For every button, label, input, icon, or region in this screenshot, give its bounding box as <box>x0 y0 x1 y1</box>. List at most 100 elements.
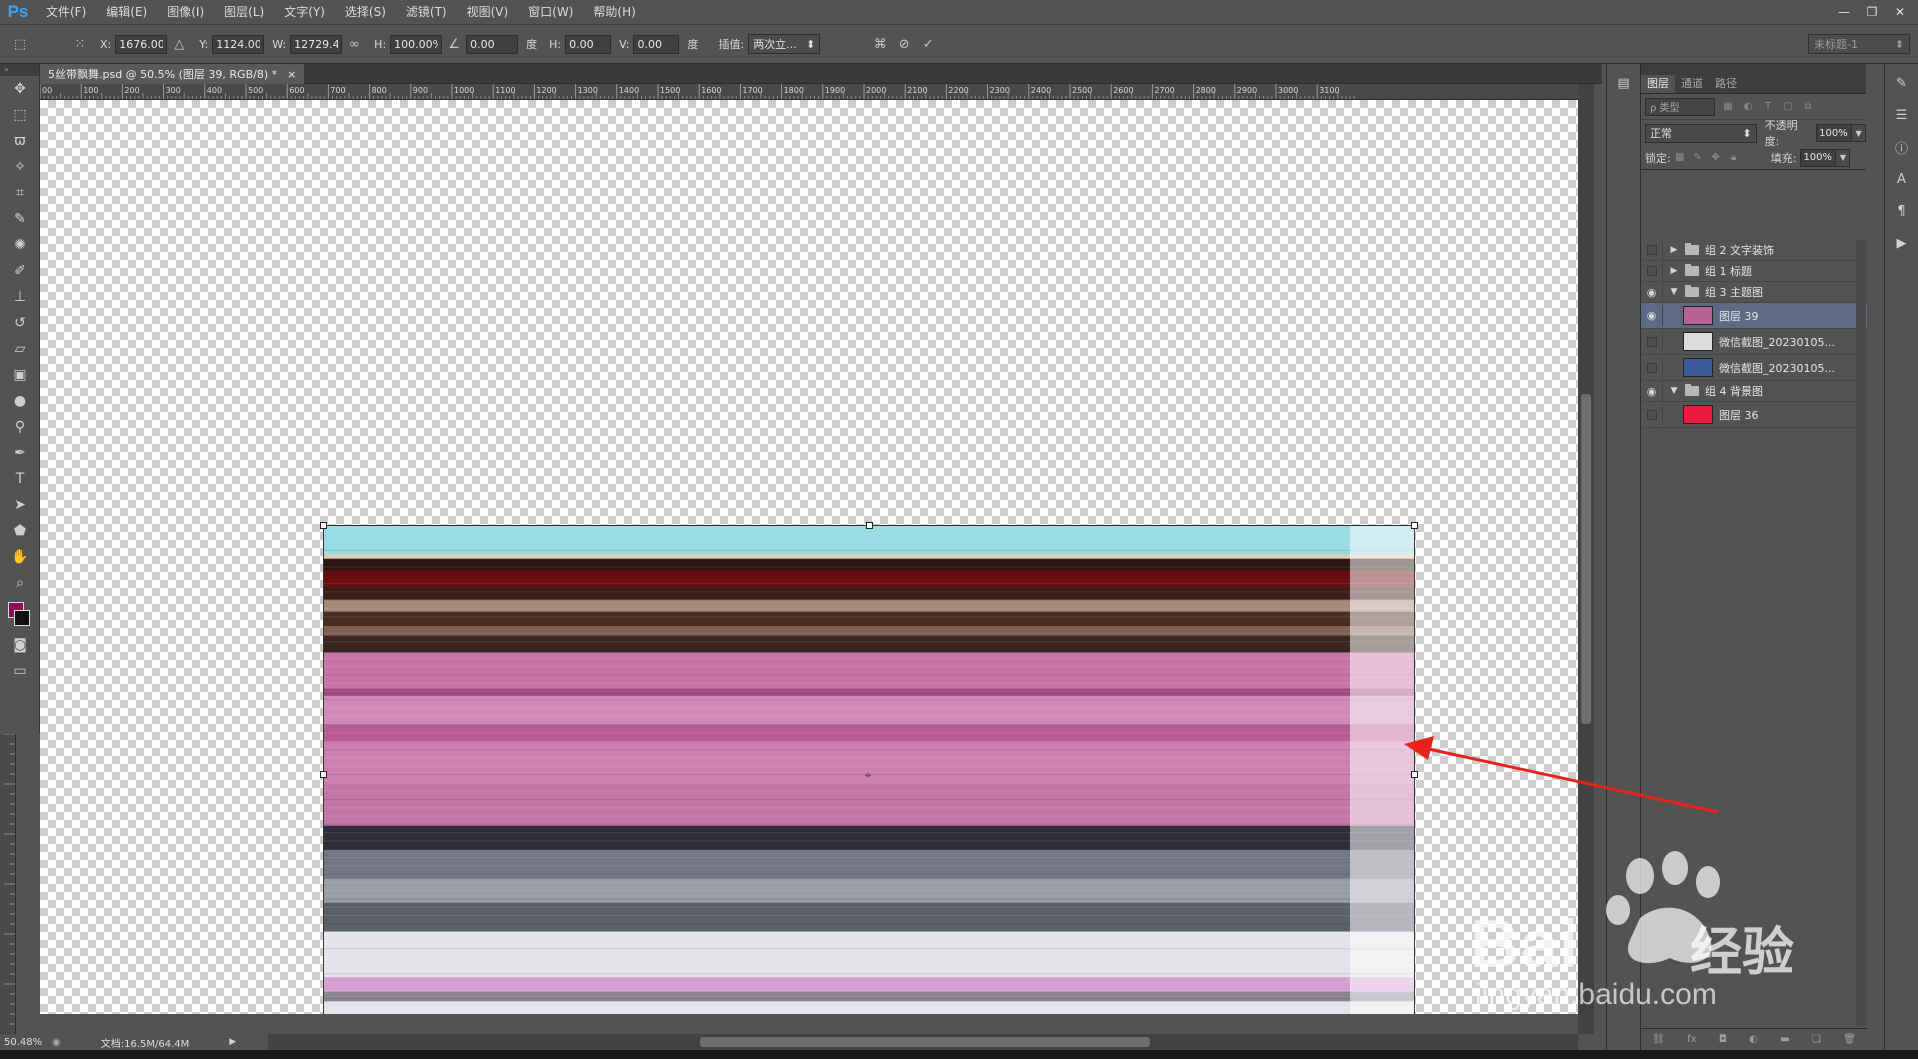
pen-tool-icon[interactable]: ✒ <box>4 440 36 466</box>
opacity-dropdown-icon[interactable]: ▼ <box>1852 124 1866 142</box>
angle-input[interactable] <box>466 34 519 54</box>
tab-paths[interactable]: 路径 <box>1709 75 1743 93</box>
transform-pivot-icon[interactable]: ⌖ <box>862 769 874 781</box>
new-group-icon[interactable]: ▬ <box>1780 1034 1789 1045</box>
zoom-tool-icon[interactable]: ⌕ <box>4 570 36 596</box>
menu-layer[interactable]: 图层(L) <box>214 0 274 24</box>
opacity-input[interactable]: 100% <box>1816 124 1853 142</box>
vskew-input[interactable] <box>633 34 680 54</box>
layer-group-row[interactable]: ▶ 组 1 标题 <box>1641 260 1867 282</box>
menu-window[interactable]: 窗口(W) <box>518 0 583 24</box>
layer-group-row[interactable]: ◉ ▼ 组 3 主题图 <box>1641 281 1867 303</box>
visibility-toggle[interactable] <box>1641 260 1663 282</box>
visibility-toggle[interactable] <box>1641 357 1663 378</box>
restore-button[interactable]: ❐ <box>1860 4 1884 20</box>
history-panel-icon[interactable]: ▤ <box>1611 70 1637 96</box>
expand-down-icon[interactable]: ▼ <box>1667 386 1681 396</box>
menu-filter[interactable]: 滤镜(T) <box>396 0 457 24</box>
eyedropper-tool-icon[interactable]: ✎ <box>4 206 36 232</box>
add-mask-icon[interactable]: ◘ <box>1719 1034 1727 1045</box>
hand-tool-icon[interactable]: ✋ <box>4 544 36 570</box>
filter-adjustment-icon[interactable]: ◐ <box>1741 101 1755 112</box>
menu-edit[interactable]: 编辑(E) <box>96 0 157 24</box>
visibility-toggle[interactable] <box>1641 239 1663 261</box>
layer-group-row[interactable]: ◉ ▼ 组 4 背景图 <box>1641 380 1867 402</box>
screen-mode-icon[interactable]: ▭ <box>4 658 36 684</box>
fx-icon[interactable]: fx <box>1687 1034 1696 1045</box>
menu-select[interactable]: 选择(S) <box>335 0 396 24</box>
quick-mask-icon[interactable]: ◙ <box>4 632 36 658</box>
actions-panel-icon[interactable]: ▶ <box>1889 230 1915 256</box>
w-input[interactable] <box>290 34 343 54</box>
y-input[interactable] <box>212 34 265 54</box>
filter-smart-icon[interactable]: ⧉ <box>1801 101 1815 112</box>
visibility-eye-icon[interactable]: ◉ <box>1641 281 1663 303</box>
status-info-icon[interactable]: ◉ <box>52 1037 61 1048</box>
horizontal-scroll-thumb[interactable] <box>700 1037 1150 1047</box>
canvas-area[interactable]: ⌖ <box>40 100 1578 1014</box>
type-tool-icon[interactable]: T <box>4 466 36 492</box>
color-swatches-icon[interactable] <box>4 596 36 632</box>
layer-list-scrollbar[interactable] <box>1856 240 1866 1026</box>
move-tool-icon[interactable]: ✥ <box>4 76 36 102</box>
lock-position-icon[interactable]: ✥ <box>1707 152 1725 163</box>
shape-tool-icon[interactable]: ⬟ <box>4 518 36 544</box>
menu-help[interactable]: 帮助(H) <box>583 0 645 24</box>
minimize-button[interactable]: — <box>1832 4 1856 20</box>
cancel-transform-icon[interactable]: ⊘ <box>892 33 916 55</box>
tab-channels[interactable]: 通道 <box>1675 75 1709 93</box>
handle-top-left[interactable] <box>320 522 327 529</box>
layer-group-row[interactable]: ▶ 组 2 文字装饰 <box>1641 239 1867 261</box>
document-tab[interactable]: 5丝带飘舞.psd @ 50.5% (图层 39, RGB/8) * × <box>40 64 305 84</box>
gradient-tool-icon[interactable]: ▣ <box>4 362 36 388</box>
horizontal-scrollbar[interactable] <box>268 1034 1578 1050</box>
filter-shape-icon[interactable]: ▢ <box>1781 101 1795 112</box>
info-panel-icon[interactable]: ⓘ <box>1889 134 1915 160</box>
blend-mode-select[interactable]: 正常 ⬍ <box>1645 123 1757 143</box>
marquee-tool-icon[interactable]: ⬚ <box>4 102 36 128</box>
brush-panel-icon[interactable]: ✎ <box>1889 70 1915 96</box>
close-tab-icon[interactable]: × <box>287 68 296 81</box>
menu-image[interactable]: 图像(I) <box>157 0 214 24</box>
visibility-eye-icon[interactable]: ◉ <box>1641 305 1663 326</box>
warp-mode-icon[interactable]: ⌘ <box>868 33 892 55</box>
paragraph-panel-icon[interactable]: ¶ <box>1889 198 1915 224</box>
new-layer-icon[interactable]: ❏ <box>1812 1034 1821 1045</box>
history-brush-tool-icon[interactable]: ↺ <box>4 310 36 336</box>
fill-input[interactable]: 100% <box>1800 148 1837 167</box>
h-input[interactable] <box>390 34 443 54</box>
lasso-tool-icon[interactable]: ϖ <box>4 128 36 154</box>
path-selection-tool-icon[interactable]: ➤ <box>4 492 36 518</box>
menu-view[interactable]: 视图(V) <box>457 0 519 24</box>
character-panel-icon[interactable]: A <box>1889 166 1915 192</box>
link-icon[interactable]: ∞ <box>342 33 366 55</box>
transform-tool-icon[interactable]: ⬚ <box>8 33 32 55</box>
handle-middle-left[interactable] <box>320 771 327 778</box>
adjustments-panel-icon[interactable]: ☰ <box>1889 102 1915 128</box>
handle-top-right[interactable] <box>1411 522 1418 529</box>
blur-tool-icon[interactable]: ● <box>4 388 36 414</box>
expand-right-icon[interactable]: ▶ <box>1667 245 1681 255</box>
brush-tool-icon[interactable]: ✐ <box>4 258 36 284</box>
hskew-input[interactable] <box>565 34 612 54</box>
lock-pixels-icon[interactable]: ✎ <box>1689 152 1707 163</box>
lock-transparent-icon[interactable]: ▩ <box>1671 152 1689 163</box>
magic-wand-tool-icon[interactable]: ✧ <box>4 154 36 180</box>
status-menu-arrow-icon[interactable]: ▶ <box>229 1037 236 1047</box>
visibility-toggle[interactable] <box>1641 331 1663 352</box>
vertical-scroll-thumb[interactable] <box>1581 394 1591 724</box>
zoom-level[interactable]: 50.48% <box>0 1037 52 1048</box>
reference-point-icon[interactable]: ⁙ <box>68 33 92 55</box>
expand-right-icon[interactable]: ▶ <box>1667 266 1681 276</box>
eraser-tool-icon[interactable]: ▱ <box>4 336 36 362</box>
dodge-tool-icon[interactable]: ⚲ <box>4 414 36 440</box>
stamp-tool-icon[interactable]: ⊥ <box>4 284 36 310</box>
healing-brush-tool-icon[interactable]: ✺ <box>4 232 36 258</box>
close-button[interactable]: ✕ <box>1888 4 1912 20</box>
visibility-eye-icon[interactable]: ◉ <box>1641 380 1663 402</box>
lock-all-icon[interactable]: 🔒︎ <box>1725 152 1743 163</box>
toolbox-collapse[interactable]: » <box>0 64 39 76</box>
filter-pixel-icon[interactable]: ▦ <box>1721 101 1735 112</box>
layer-row[interactable]: ◉ 图层 39 <box>1641 303 1867 329</box>
commit-transform-icon[interactable]: ✓ <box>916 33 940 55</box>
